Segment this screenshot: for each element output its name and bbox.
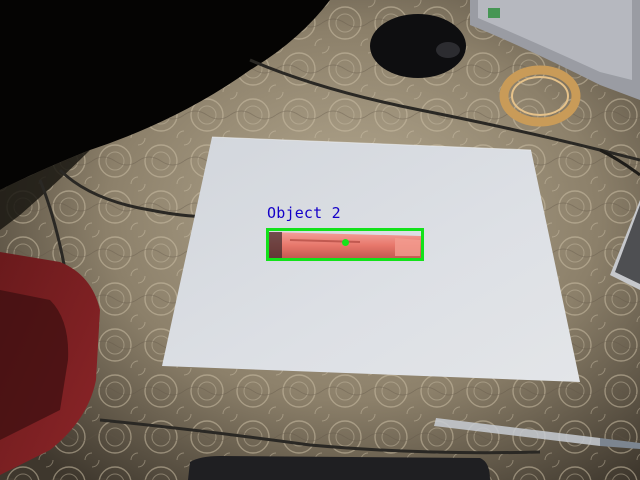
photo-scene: Object 2 bbox=[0, 0, 640, 480]
detection-label: Object 2 bbox=[267, 204, 341, 222]
detection-center-marker bbox=[342, 239, 349, 246]
